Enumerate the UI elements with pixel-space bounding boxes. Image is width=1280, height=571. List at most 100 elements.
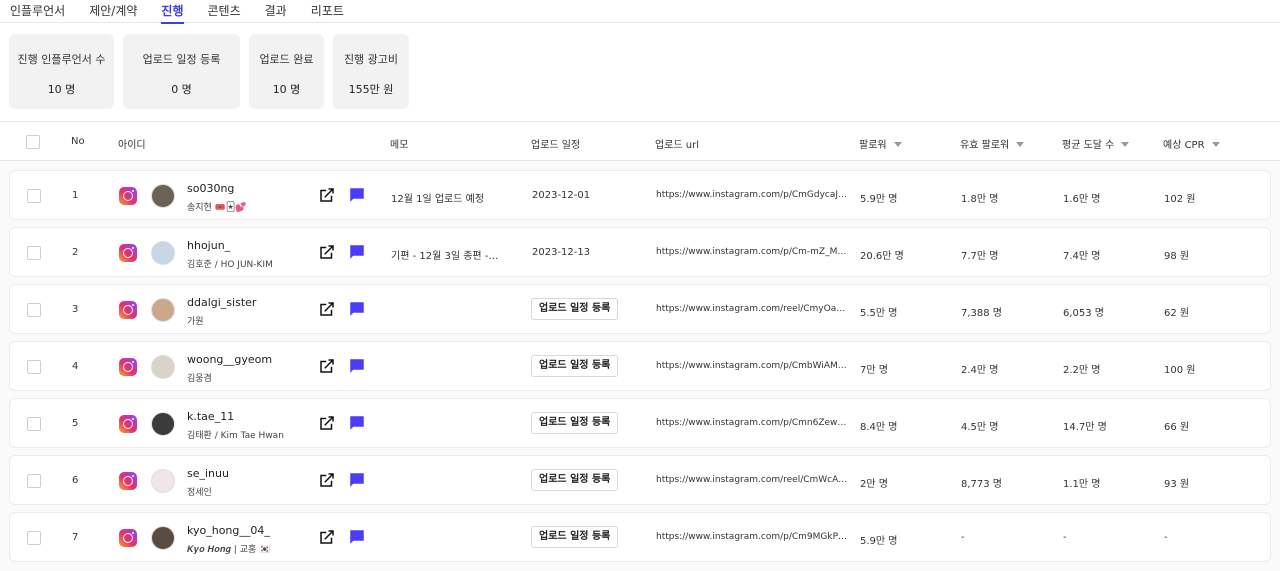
followers-value: 2만 명 bbox=[860, 479, 888, 490]
table-row: 2 hhojun_ 김호준 / HO JUN-KIM 기편 - 12월 3일 종편 -… bbox=[9, 227, 1271, 277]
effective-followers-value: 1.8만 명 bbox=[961, 194, 999, 205]
stat-card-ad-cost: 진행 광고비 155만 원 bbox=[333, 34, 409, 109]
message-icon[interactable] bbox=[348, 300, 366, 318]
influencer-handle[interactable]: hhojun_ bbox=[187, 239, 230, 252]
external-link-icon[interactable] bbox=[318, 471, 336, 489]
row-number: 1 bbox=[72, 190, 79, 201]
avatar bbox=[151, 355, 175, 379]
row-checkbox[interactable] bbox=[27, 246, 41, 260]
influencer-handle[interactable]: k.tae_11 bbox=[187, 410, 234, 423]
influencer-name: 김호준 / HO JUN-KIM bbox=[187, 260, 273, 270]
register-upload-schedule-button[interactable]: 업로드 일정 등록 bbox=[531, 298, 619, 320]
external-link-icon[interactable] bbox=[318, 243, 336, 261]
tab-item[interactable]: 리포트 bbox=[311, 0, 344, 22]
stat-card-schedule: 업로드 일정 등록 0 명 bbox=[123, 34, 240, 109]
stat-label: 업로드 일정 등록 bbox=[142, 53, 221, 66]
external-link-icon[interactable] bbox=[318, 414, 336, 432]
avatar bbox=[151, 469, 175, 493]
register-upload-schedule-button[interactable]: 업로드 일정 등록 bbox=[531, 469, 619, 491]
upload-url-link[interactable]: https://www.instagram.com/reel/CmWcAzQp-… bbox=[656, 475, 850, 485]
upload-url-link[interactable]: https://www.instagram.com/p/CmbWiAMqmZ… bbox=[656, 361, 850, 371]
row-number: 2 bbox=[72, 247, 79, 258]
expected-cpr-value: 66 원 bbox=[1164, 422, 1190, 433]
memo-text[interactable]: 기편 - 12월 3일 종편 - … bbox=[391, 247, 501, 262]
column-header-label: 예상 CPR bbox=[1163, 140, 1205, 151]
avg-reach-value: - bbox=[1063, 532, 1067, 543]
table-row: 5 k.tae_11 김태환 / Kim Tae Hwan 업로드 일정 등록 http… bbox=[9, 398, 1271, 448]
stats-panel: 진행 인플루언서 수 10 명 업로드 일정 등록 0 명 업로드 완료 10 … bbox=[0, 23, 1280, 121]
table-row: 6 se_inuu 정세인 업로드 일정 등록 https://www.instagra… bbox=[9, 455, 1271, 505]
effective-followers-value: 4.5만 명 bbox=[961, 422, 999, 433]
row-checkbox[interactable] bbox=[27, 417, 41, 431]
effective-followers-value: 2.4만 명 bbox=[961, 365, 999, 376]
avg-reach-value: 7.4만 명 bbox=[1063, 251, 1101, 262]
row-checkbox[interactable] bbox=[27, 360, 41, 374]
stat-value: 10 명 bbox=[272, 83, 301, 96]
row-number: 6 bbox=[72, 475, 79, 486]
upload-url-link[interactable]: https://www.instagram.com/p/CmGdycaJkFZ/ bbox=[656, 190, 850, 200]
row-checkbox[interactable] bbox=[27, 474, 41, 488]
tab-bar: 인플루언서 제안/계약 진행 콘텐츠 결과 리포트 bbox=[0, 0, 1280, 24]
column-header-memo: 메모 bbox=[390, 140, 409, 151]
message-icon[interactable] bbox=[348, 186, 366, 204]
row-checkbox[interactable] bbox=[27, 189, 41, 203]
influencer-handle[interactable]: woong__gyeom bbox=[187, 353, 272, 366]
followers-value: 7만 명 bbox=[860, 365, 888, 376]
column-header-label: 팔로워 bbox=[859, 140, 887, 151]
row-checkbox[interactable] bbox=[27, 531, 41, 545]
external-link-icon[interactable] bbox=[318, 528, 336, 546]
tab-item[interactable]: 콘텐츠 bbox=[208, 0, 241, 22]
column-header-label: 유효 팔로워 bbox=[960, 140, 1010, 151]
sort-caret-icon bbox=[1121, 142, 1130, 147]
row-number: 3 bbox=[72, 304, 79, 315]
select-all-checkbox[interactable] bbox=[26, 135, 40, 149]
upload-url-link[interactable]: https://www.instagram.com/p/Cm9MGkPpgNx/ bbox=[656, 532, 850, 542]
table-row: 1 so030ng 송지현 🎟️🃏💕 12월 1일 업로드 예정 2023-12-01 h… bbox=[9, 170, 1271, 220]
column-header-expected-cpr[interactable]: 예상 CPR bbox=[1163, 136, 1220, 151]
avatar bbox=[151, 412, 175, 436]
message-icon[interactable] bbox=[348, 471, 366, 489]
column-header-effective-followers[interactable]: 유효 팔로워 bbox=[960, 136, 1025, 151]
message-icon[interactable] bbox=[348, 357, 366, 375]
tab-item[interactable]: 제안/계약 bbox=[89, 0, 137, 22]
followers-value: 8.4만 명 bbox=[860, 422, 898, 433]
upload-date: 2023-12-01 bbox=[532, 190, 591, 201]
stat-label: 진행 인플루언서 수 bbox=[17, 53, 106, 66]
message-icon[interactable] bbox=[348, 528, 366, 546]
column-header-avg-reach[interactable]: 평균 도달 수 bbox=[1062, 136, 1130, 151]
external-link-icon[interactable] bbox=[318, 357, 336, 375]
row-number: 4 bbox=[72, 361, 79, 372]
message-icon[interactable] bbox=[348, 243, 366, 261]
column-header-followers[interactable]: 팔로워 bbox=[859, 136, 902, 151]
stat-card-uploaded: 업로드 완료 10 명 bbox=[249, 34, 324, 109]
upload-url-link[interactable]: https://www.instagram.com/p/Cm-mZ_MD07j/ bbox=[656, 247, 850, 257]
influencer-handle[interactable]: ddalgi_sister bbox=[187, 296, 256, 309]
influencer-name: 김태환 / Kim Tae Hwan bbox=[187, 431, 284, 441]
tab-item[interactable]: 결과 bbox=[265, 0, 287, 22]
table-row: 3 ddalgi_sister 가원 업로드 일정 등록 https://www.ins… bbox=[9, 284, 1271, 334]
register-upload-schedule-button[interactable]: 업로드 일정 등록 bbox=[531, 526, 619, 548]
followers-value: 5.5만 명 bbox=[860, 308, 898, 319]
sort-caret-icon bbox=[1211, 142, 1220, 147]
external-link-icon[interactable] bbox=[318, 300, 336, 318]
instagram-icon bbox=[119, 415, 137, 433]
influencer-handle[interactable]: so030ng bbox=[187, 182, 234, 195]
column-header-upload-url: 업로드 url bbox=[655, 140, 700, 151]
upload-url-link[interactable]: https://www.instagram.com/reel/CmyOabchr… bbox=[656, 304, 850, 314]
tab-item[interactable]: 인플루언서 bbox=[10, 0, 65, 22]
upload-url-link[interactable]: https://www.instagram.com/p/Cmn6ZewKvip/ bbox=[656, 418, 850, 428]
row-checkbox[interactable] bbox=[27, 303, 41, 317]
influencer-handle[interactable]: kyo_hong__04_ bbox=[187, 524, 270, 537]
external-link-icon[interactable] bbox=[318, 186, 336, 204]
followers-value: 20.6만 명 bbox=[860, 251, 904, 262]
instagram-icon bbox=[119, 358, 137, 376]
instagram-icon bbox=[119, 529, 137, 547]
tab-item[interactable]: 진행 bbox=[161, 0, 184, 24]
message-icon[interactable] bbox=[348, 414, 366, 432]
register-upload-schedule-button[interactable]: 업로드 일정 등록 bbox=[531, 412, 619, 434]
expected-cpr-value: 100 원 bbox=[1164, 365, 1196, 376]
column-header-upload-date: 업로드 일정 bbox=[531, 140, 581, 151]
memo-text[interactable]: 12월 1일 업로드 예정 bbox=[391, 190, 501, 205]
influencer-handle[interactable]: se_inuu bbox=[187, 467, 229, 480]
register-upload-schedule-button[interactable]: 업로드 일정 등록 bbox=[531, 355, 619, 377]
